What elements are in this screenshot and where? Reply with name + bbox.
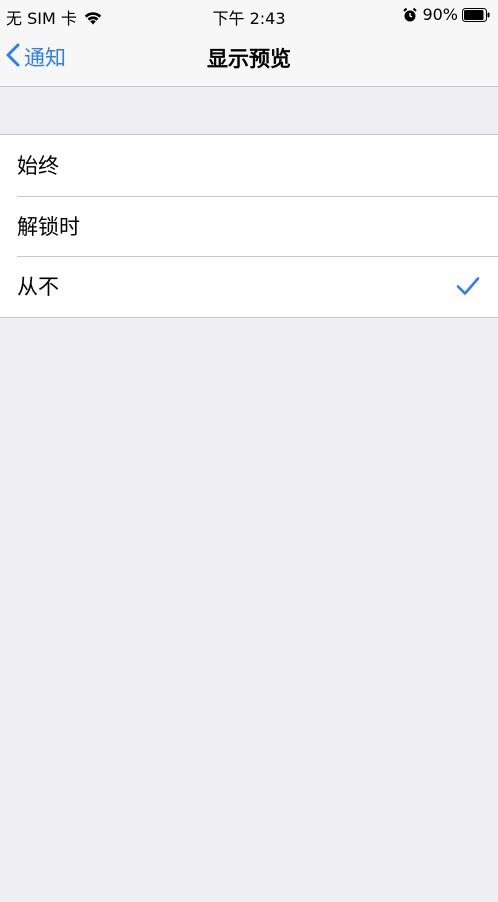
status-bar: 无 SIM 卡 下午 2:43 90%: [0, 0, 498, 30]
battery-percent: 90%: [422, 5, 458, 24]
checkmark-icon: [456, 276, 480, 296]
screen: 无 SIM 卡 下午 2:43 90% 通知 显示预览 始终 解锁时 从不: [0, 0, 498, 902]
alarm-icon: [402, 7, 418, 23]
page-title: 显示预览: [207, 47, 291, 71]
option-label: 解锁时: [17, 214, 80, 239]
status-right: 90%: [402, 5, 490, 24]
option-when-unlocked[interactable]: 解锁时: [0, 195, 498, 257]
option-never[interactable]: 从不: [0, 256, 498, 317]
navigation-bar: 通知 显示预览: [0, 30, 498, 87]
option-label: 从不: [17, 275, 59, 300]
option-always[interactable]: 始终: [0, 135, 498, 196]
option-label: 始终: [17, 154, 59, 179]
preview-options-list: 始终 解锁时 从不: [0, 134, 498, 318]
battery-icon: [462, 7, 490, 22]
